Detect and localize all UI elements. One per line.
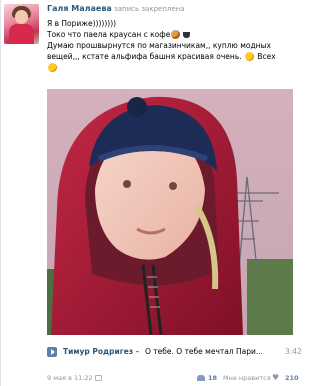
- heart-icon[interactable]: ♥: [272, 374, 279, 382]
- selfie-photo: [47, 89, 293, 335]
- post-text-line: Думаю прошвырнутся по магазинчикам,, куп…: [47, 41, 271, 50]
- play-icon[interactable]: [47, 347, 57, 357]
- kiss-icon: [48, 63, 57, 72]
- reply-icon[interactable]: [95, 375, 102, 381]
- post-text-line: вещей,,, кстате альфифа башня красивая о…: [47, 52, 276, 61]
- post-text: Я в Пориже)))))))) Токо что паела крауса…: [47, 18, 309, 73]
- wall-post: Галя Малаева запись закреплена Я в Пориж…: [0, 0, 314, 386]
- audio-attachment[interactable]: Тимур Родригез – О тебе. О тебе мечтал П…: [47, 346, 309, 360]
- bread-icon: [171, 30, 181, 39]
- pinned-label: запись закреплена: [114, 5, 185, 13]
- share-button[interactable]: 18: [197, 374, 217, 382]
- share-count: 18: [208, 374, 218, 382]
- audio-artist[interactable]: Тимур Родригез –: [63, 347, 139, 356]
- share-icon: [197, 375, 205, 381]
- smile-icon: [245, 52, 255, 61]
- coffee-cup-icon: [183, 32, 191, 38]
- author-name[interactable]: Галя Малаева: [47, 4, 112, 13]
- like-label[interactable]: Мне нравится: [223, 374, 271, 382]
- post-text-line: Я в Пориже)))))))): [47, 19, 117, 28]
- post-text-line: Токо что паела краусан с кофе: [47, 29, 309, 40]
- post-date[interactable]: 9 мая в 11:22: [47, 374, 93, 382]
- audio-duration: 3:42: [285, 347, 302, 356]
- post-footer: 9 мая в 11:22 18 Мне нравится ♥ 210: [47, 374, 309, 386]
- like-count: 210: [285, 374, 299, 382]
- author-avatar[interactable]: [4, 4, 39, 44]
- post-text-line: [47, 62, 309, 73]
- audio-title[interactable]: О тебе. О тебе мечтал Пари...: [145, 347, 263, 356]
- post-photo[interactable]: [47, 89, 293, 335]
